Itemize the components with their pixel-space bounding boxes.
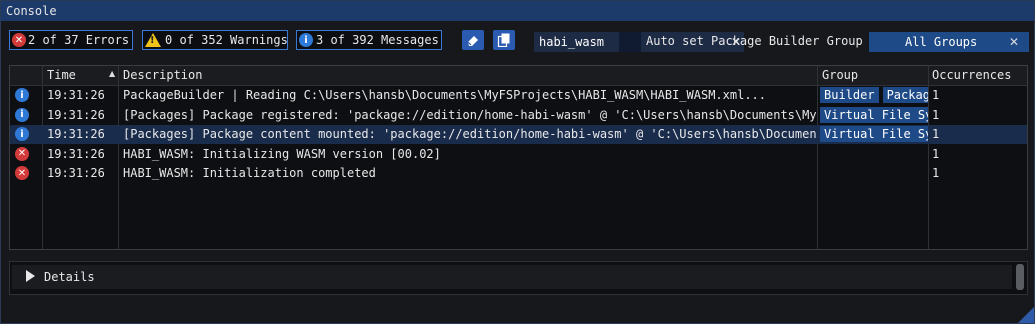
row-groups: BuilderPackage [820,87,928,104]
details-toggle[interactable]: Details [12,265,1012,289]
table-header: Time ▲ Description Group Occurrences [10,66,1027,86]
details-label: Details [44,270,95,284]
column-header-description[interactable]: Description [123,68,202,82]
errors-filter-label: 2 of 37 Errors [28,33,130,47]
eraser-icon [467,36,478,46]
console-window: Console ✕ 2 of 37 Errors ! 0 of 352 Warn… [0,0,1035,324]
row-description: [Packages] Package content mounted: 'pac… [123,127,816,142]
group-tag[interactable]: Package [882,87,928,103]
error-icon: ✕ [15,166,29,181]
group-tag[interactable]: Virtual File System [820,126,928,143]
table-row[interactable]: i 19:31:26 [Packages] Package registered: … [10,106,1027,125]
messages-filter-button[interactable]: i 3 of 392 Messages [296,30,442,50]
row-groups [820,165,928,182]
warning-icon: ! [145,33,161,47]
copy-button[interactable] [493,30,515,50]
error-icon: ✕ [12,33,26,47]
toolbar: ✕ 2 of 37 Errors ! 0 of 352 Warnings i 3… [1,29,1034,53]
row-description: HABI_WASM: Initializing WASM version [00… [123,146,441,161]
table-row[interactable]: ✕ 19:31:26 HABI_WASM: Initializing WASM ve… [10,145,1027,164]
info-icon: i [299,33,313,47]
row-time: 19:31:26 [47,146,105,161]
search-separator [619,32,641,52]
details-scrollbar[interactable] [1016,264,1024,290]
sort-ascending-icon[interactable]: ▲ [109,69,115,78]
log-table: Time ▲ Description Group Occurrences i 19… [9,65,1028,250]
group-tag[interactable]: Virtual File System [820,106,928,123]
row-occurrences: 1 [932,107,940,122]
column-header-occurrences[interactable]: Occurrences [932,68,1011,82]
row-time: 19:31:26 [47,88,105,102]
row-groups: Virtual File System [820,126,928,143]
row-occurrences: 1 [932,166,940,181]
clear-console-button[interactable] [462,30,484,50]
errors-filter-button[interactable]: ✕ 2 of 37 Errors [9,30,133,50]
messages-filter-label: 3 of 392 Messages [316,33,439,47]
table-row[interactable]: i 19:31:26 [Packages] Package content moun… [10,125,1027,145]
column-header-time[interactable]: Time [47,68,76,82]
info-icon: i [15,88,29,102]
row-description: HABI_WASM: Initialization completed [123,166,376,181]
row-description: [Packages] Package registered: 'package:… [123,107,816,122]
title-bar[interactable]: Console [1,1,1034,21]
info-icon: i [15,107,29,122]
row-time: 19:31:26 [47,127,105,142]
row-groups [820,146,928,163]
row-time: 19:31:26 [47,107,105,122]
row-groups: Virtual File System [820,106,928,124]
info-icon: i [15,127,29,142]
auto-set-group-toggle[interactable]: Auto set Package Builder Group [646,34,863,48]
group-tag[interactable]: Builder [820,87,879,103]
table-row[interactable]: ✕ 19:31:26 HABI_WASM: Initialization compl… [10,164,1027,183]
copy-icon [497,33,510,47]
window-title: Console [6,4,57,18]
row-time: 19:31:26 [47,166,105,181]
column-header-group[interactable]: Group [822,68,858,82]
row-occurrences: 1 [932,88,940,102]
resize-grip[interactable] [1018,307,1034,323]
details-panel: Details [9,261,1028,295]
warnings-filter-label: 0 of 352 Warnings [165,33,288,47]
error-icon: ✕ [15,146,29,161]
search-value: habi_wasm [539,35,605,49]
row-occurrences: 1 [932,146,940,161]
warnings-filter-button[interactable]: ! 0 of 352 Warnings [142,30,288,50]
row-occurrences: 1 [932,127,940,142]
table-row[interactable]: i 19:31:26 PackageBuilder | Reading C:\Use… [10,86,1027,105]
clear-group-icon[interactable]: ✕ [1009,35,1019,49]
group-filter-value: All Groups [905,35,978,49]
group-filter-select[interactable]: All Groups ✕ [869,32,1029,52]
row-description: PackageBuilder | Reading C:\Users\hansb\… [123,88,766,102]
expand-arrow-icon [26,270,35,282]
